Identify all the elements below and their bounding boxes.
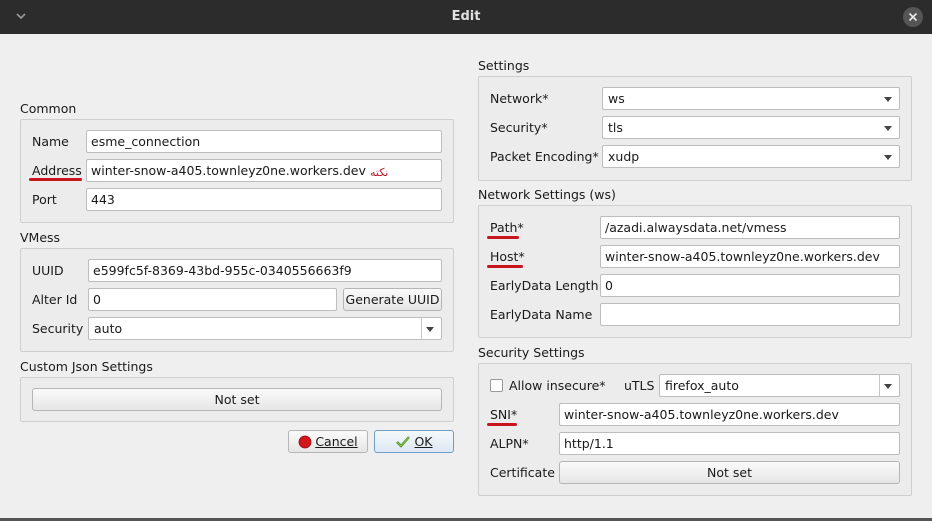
alterid-label: Alter Id [32,292,78,307]
cancel-button[interactable]: Cancel [288,430,368,453]
ok-button[interactable]: OK [374,430,454,453]
address-input[interactable]: winter-snow-a405.townleyz0ne.workers.dev [86,159,442,182]
vmess-security-value: auto [94,321,123,336]
path-label: Path* [490,220,524,235]
network-value: ws [608,91,625,106]
chevron-down-icon [884,97,892,102]
chevron-down-icon [884,126,892,131]
settings-security-select[interactable]: tls [602,116,900,139]
network-settings-title: Network Settings (ws) [478,187,616,202]
close-icon [908,12,918,22]
utls-select[interactable]: firefox_auto [659,374,900,397]
window-title: Edit [451,9,481,24]
packet-encoding-label: Packet Encoding* [490,149,599,164]
uuid-label: UUID [32,263,64,278]
uuid-input[interactable]: e599fc5f-8369-43bd-955c-0340556663f9 [88,259,442,282]
vmess-security-label: Security [32,321,84,336]
chevron-down-icon [426,327,434,332]
vmess-security-select[interactable]: auto [88,317,442,340]
settings-title: Settings [478,58,530,73]
name-label: Name [32,134,69,149]
host-label: Host* [490,249,525,264]
name-input[interactable]: esme_connection [86,130,442,153]
vmess-title: VMess [20,230,61,245]
utls-value: firefox_auto [665,378,739,393]
address-note: نکته [370,166,389,179]
close-button[interactable] [903,7,923,27]
packet-encoding-value: xudp [608,149,640,164]
path-input[interactable]: /azadi.alwaysdata.net/vmess [600,216,900,239]
host-input[interactable]: winter-snow-a405.townleyz0ne.workers.dev [600,245,900,268]
generate-uuid-button[interactable]: Generate UUID [343,288,442,311]
cancel-icon [298,435,312,449]
common-title: Common [20,101,77,116]
earlydata-length-input[interactable]: 0 [600,274,900,297]
path-annotation-underline [487,236,519,239]
ok-label: OK [414,434,433,449]
settings-security-label: Security* [490,120,548,135]
alpn-label: ALPN* [490,436,529,451]
certificate-button[interactable]: Not set [559,461,900,484]
earlydata-length-label: EarlyData Length [490,278,599,293]
earlydata-name-input[interactable] [600,303,900,326]
cancel-label: Cancel [315,434,358,449]
title-bar: Edit [0,0,932,34]
packet-encoding-select[interactable]: xudp [602,145,900,168]
allow-insecure-checkbox[interactable] [490,379,503,392]
address-annotation-underline [29,178,82,181]
alterid-input[interactable]: 0 [88,288,337,311]
utls-label: uTLS [624,378,655,393]
settings-security-value: tls [608,120,623,135]
network-select[interactable]: ws [602,87,900,110]
custom-json-button[interactable]: Not set [32,388,442,411]
network-label: Network* [490,91,549,106]
certificate-label: Certificate [490,465,555,480]
address-label: Address [32,163,82,178]
alpn-input[interactable]: http/1.1 [559,432,900,455]
allow-insecure-label: Allow insecure* [509,378,606,393]
earlydata-name-label: EarlyData Name [490,307,593,322]
sni-annotation-underline [487,423,517,426]
host-annotation-underline [487,265,523,268]
port-label: Port [32,192,57,207]
sni-label: SNI* [490,407,518,422]
sni-input[interactable]: winter-snow-a405.townleyz0ne.workers.dev [559,403,900,426]
ok-icon [396,436,411,448]
custom-json-title: Custom Json Settings [20,359,153,374]
chevron-down-icon [884,155,892,160]
security-settings-title: Security Settings [478,345,585,360]
port-input[interactable]: 443 [86,188,442,211]
chevron-down-icon [884,384,892,389]
